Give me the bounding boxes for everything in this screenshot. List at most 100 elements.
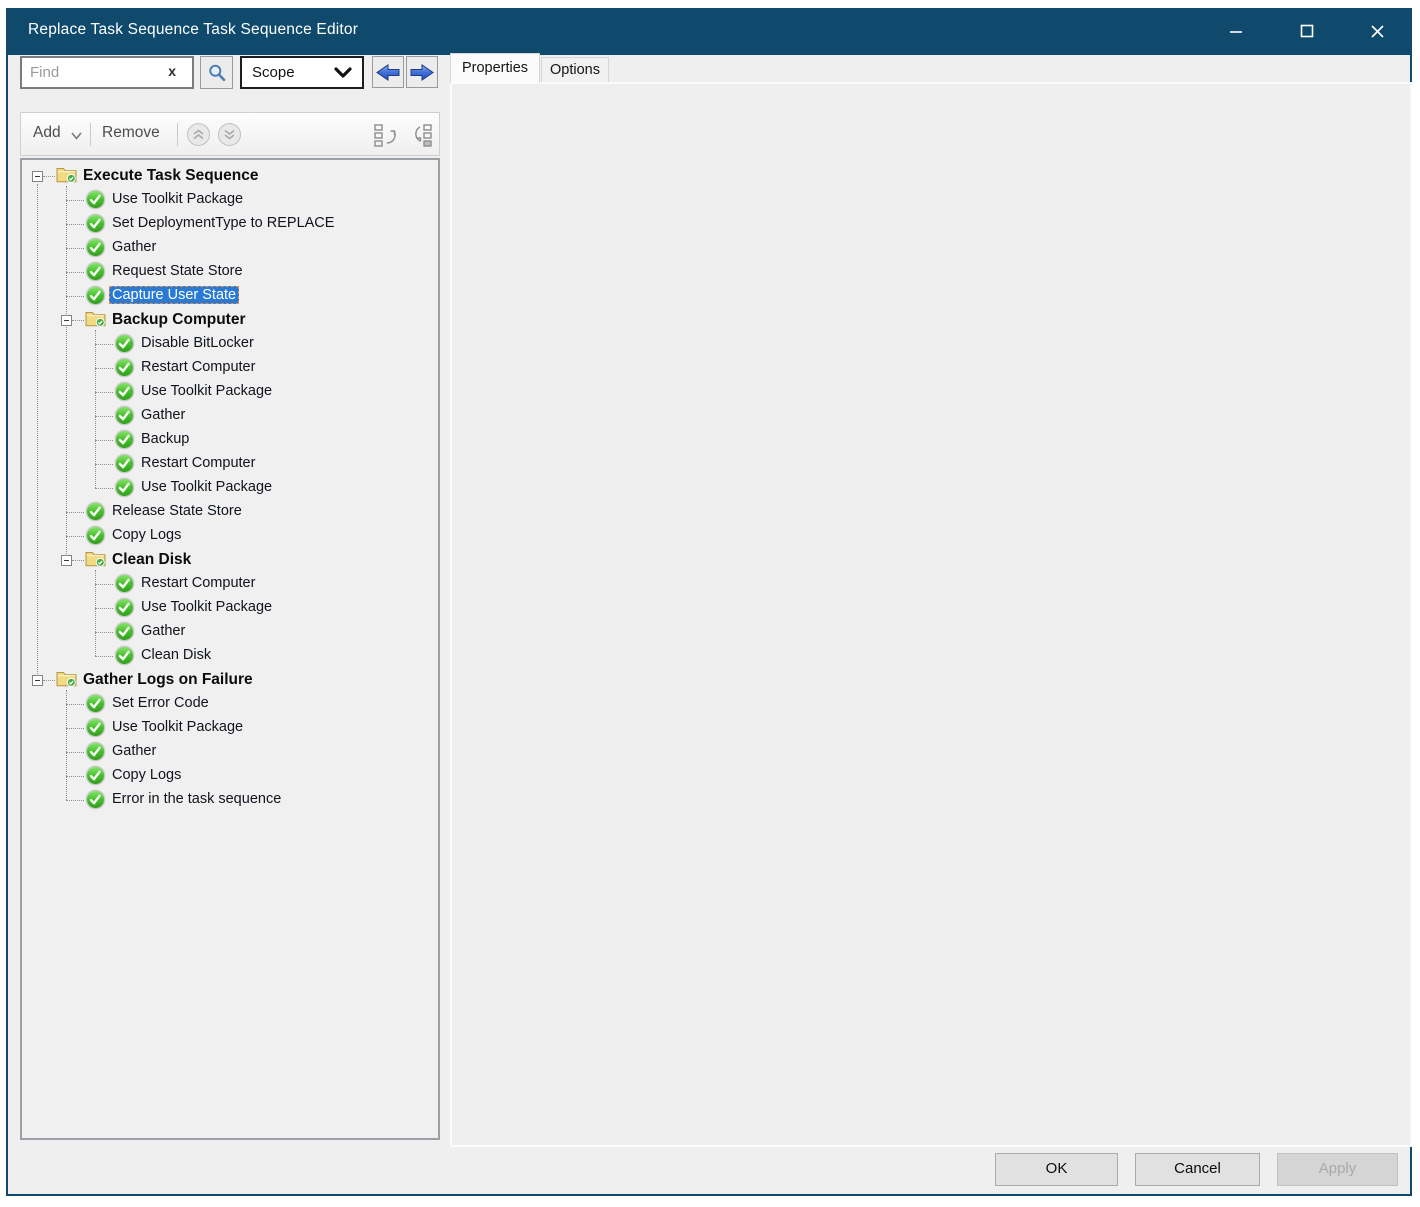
maximize-button[interactable]	[1284, 8, 1330, 54]
expander-minus-icon[interactable]	[61, 315, 72, 326]
tree-group[interactable]: Gather Logs on Failure	[22, 668, 438, 692]
tree-item-label: Use Toolkit Package	[109, 718, 246, 736]
tree-connector	[95, 344, 113, 345]
tree-connector	[95, 584, 113, 585]
tree-item[interactable]: Request State Store	[22, 260, 438, 284]
add-button[interactable]: Add	[33, 124, 61, 142]
nav-forward-button[interactable]	[406, 56, 438, 88]
tree-item-label: Use Toolkit Package	[138, 382, 275, 400]
titlebar: Replace Task Sequence Task Sequence Edit…	[6, 8, 1412, 55]
tree-item-label: Disable BitLocker	[138, 334, 257, 352]
tree-group[interactable]: Backup Computer	[22, 308, 438, 332]
tree-item-label: Capture User State	[109, 286, 239, 304]
remove-button[interactable]: Remove	[102, 124, 160, 142]
chevron-double-down-icon	[223, 128, 236, 141]
scope-value: Scope	[252, 64, 295, 81]
tree-item-label: Restart Computer	[138, 574, 258, 592]
cancel-button[interactable]: Cancel	[1135, 1153, 1260, 1186]
tree-connector	[95, 488, 113, 489]
tree-connector	[66, 752, 84, 753]
search-button[interactable]	[200, 56, 233, 89]
tree-item[interactable]: Set DeploymentType to REPLACE	[22, 212, 438, 236]
maximize-icon	[1300, 24, 1314, 38]
tree-group[interactable]: Execute Task Sequence	[22, 164, 438, 188]
tree-item-label: Clean Disk	[109, 550, 194, 570]
tree-item-label: Restart Computer	[138, 358, 258, 376]
tree-item-label: Release State Store	[109, 502, 245, 520]
tree-toolbar: Add Remove	[20, 112, 440, 156]
tree-connector	[66, 296, 84, 297]
tree-item[interactable]: Use Toolkit Package	[22, 380, 438, 404]
tree-item-label: Copy Logs	[109, 766, 184, 784]
tree-item[interactable]: Restart Computer	[22, 356, 438, 380]
tree-item-label: Use Toolkit Package	[138, 598, 275, 616]
tree-item-label: Backup Computer	[109, 310, 249, 330]
tab-options[interactable]: Options	[541, 57, 609, 83]
tree-item[interactable]: Backup	[22, 428, 438, 452]
tree-item[interactable]: Release State Store	[22, 500, 438, 524]
minimize-icon	[1229, 24, 1243, 38]
tree-item[interactable]: Use Toolkit Package	[22, 716, 438, 740]
tree-item[interactable]: Use Toolkit Package	[22, 596, 438, 620]
folder-icon	[56, 669, 77, 692]
tree-item-label: Backup	[138, 430, 192, 448]
ok-button[interactable]: OK	[995, 1153, 1118, 1186]
tree-item[interactable]: Use Toolkit Package	[22, 188, 438, 212]
tree-item-label: Gather	[109, 238, 159, 256]
properties-tab-page	[450, 82, 1412, 1147]
tree-item[interactable]: Use Toolkit Package	[22, 476, 438, 500]
tree-item-label: Restart Computer	[138, 454, 258, 472]
tree-item[interactable]: Gather	[22, 740, 438, 764]
tree-item[interactable]: Gather	[22, 404, 438, 428]
find-placeholder: Find	[30, 64, 59, 81]
tree-item-label: Clean Disk	[138, 646, 214, 664]
tree-connector	[95, 656, 113, 657]
scope-select[interactable]: Scope	[240, 56, 364, 89]
tree-item-label: Use Toolkit Package	[138, 478, 275, 496]
tree-item-label: Execute Task Sequence	[80, 166, 261, 186]
tree-connector	[66, 512, 84, 513]
tree-item[interactable]: Gather	[22, 620, 438, 644]
tab-properties[interactable]: Properties	[450, 53, 540, 83]
tree-item[interactable]: Restart Computer	[22, 572, 438, 596]
tree-item[interactable]: Capture User State	[22, 284, 438, 308]
expand-all-button[interactable]	[408, 122, 435, 148]
tree-item[interactable]: Error in the task sequence	[22, 788, 438, 812]
expander-minus-icon[interactable]	[32, 675, 43, 686]
collapse-all-button[interactable]	[373, 122, 400, 148]
expander-minus-icon[interactable]	[61, 555, 72, 566]
tree-connector	[66, 272, 84, 273]
find-clear-button[interactable]: x	[168, 63, 176, 79]
tree-connector	[66, 224, 84, 225]
tree-item[interactable]: Copy Logs	[22, 524, 438, 548]
tree-item[interactable]: Restart Computer	[22, 452, 438, 476]
toolbar-separator	[90, 123, 91, 146]
expander-minus-icon[interactable]	[32, 171, 43, 182]
nav-back-button[interactable]	[372, 56, 404, 88]
tree-item-label: Use Toolkit Package	[109, 190, 246, 208]
tree-connector	[43, 680, 55, 681]
folder-icon	[85, 309, 106, 332]
minimize-button[interactable]	[1213, 8, 1259, 54]
tree-item[interactable]: Copy Logs	[22, 764, 438, 788]
tree-item-label: Copy Logs	[109, 526, 184, 544]
tree-connector	[66, 704, 84, 705]
tree-item-label: Gather	[138, 622, 188, 640]
tree-group[interactable]: Clean Disk	[22, 548, 438, 572]
chevron-down-icon	[334, 67, 352, 79]
folder-icon	[85, 549, 106, 572]
find-input[interactable]: Find x	[20, 56, 194, 89]
tree-item[interactable]: Gather	[22, 236, 438, 260]
close-button[interactable]	[1354, 8, 1400, 54]
tree-item-label: Error in the task sequence	[109, 790, 284, 808]
tree-connector	[43, 176, 55, 177]
chevron-double-up-icon	[192, 128, 205, 141]
tree-connector	[72, 320, 84, 321]
move-down-button	[218, 123, 241, 146]
tree-item[interactable]: Clean Disk	[22, 644, 438, 668]
move-up-button	[187, 123, 210, 146]
tree-connector	[66, 200, 84, 201]
forward-arrow-icon	[410, 64, 434, 81]
tree-item[interactable]: Set Error Code	[22, 692, 438, 716]
tree-item[interactable]: Disable BitLocker	[22, 332, 438, 356]
